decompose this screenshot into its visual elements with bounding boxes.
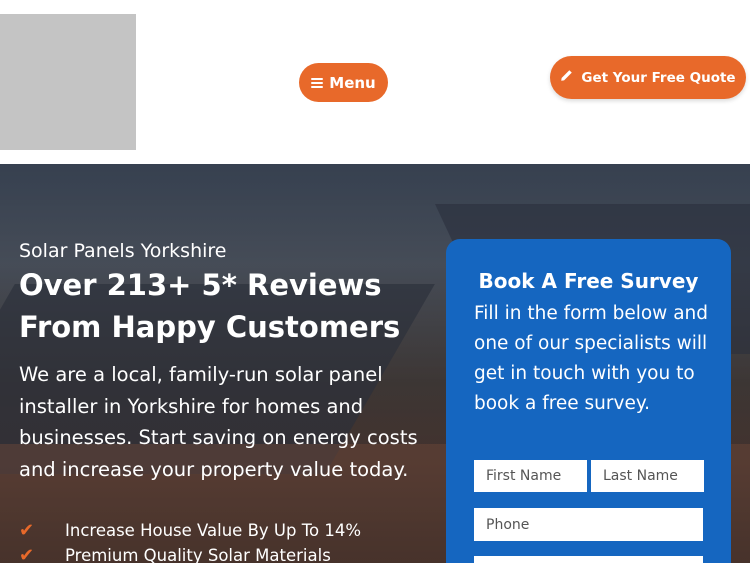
- get-quote-label: Get Your Free Quote: [581, 69, 736, 86]
- first-name-input[interactable]: First Name: [474, 460, 587, 492]
- feature-text: Increase House Value By Up To 14%: [65, 521, 361, 540]
- menu-label: Menu: [329, 73, 376, 92]
- hamburger-icon: [311, 77, 324, 88]
- form-description: Fill in the form below and one of our sp…: [474, 303, 708, 414]
- checkmark-icon: ✔: [19, 545, 35, 563]
- feature-list: ✔ Increase House Value By Up To 14% ✔ Pr…: [19, 518, 361, 563]
- survey-form: Book A Free Survey Fill in the form belo…: [446, 239, 731, 563]
- get-quote-button[interactable]: Get Your Free Quote: [550, 56, 746, 99]
- last-name-input[interactable]: Last Name: [591, 460, 704, 492]
- checkmark-icon: ✔: [19, 520, 35, 541]
- phone-input[interactable]: Phone: [474, 508, 703, 541]
- hero-eyebrow: Solar Panels Yorkshire: [19, 240, 227, 262]
- feature-item: ✔ Premium Quality Solar Materials: [19, 543, 361, 563]
- hero-description: We are a local, family-run solar panel i…: [19, 363, 418, 481]
- hero-section: Solar Panels Yorkshire Over 213+ 5* Revi…: [0, 164, 750, 563]
- menu-button[interactable]: Menu: [299, 63, 388, 102]
- hero-title: Over 213+ 5* Reviews From Happy Customer…: [19, 268, 401, 344]
- site-header: Menu Get Your Free Quote: [0, 0, 750, 164]
- pencil-icon: [560, 69, 573, 86]
- feature-item: ✔ Increase House Value By Up To 14%: [19, 518, 361, 543]
- logo-placeholder[interactable]: [0, 14, 136, 150]
- form-title: Book A Free Survey: [478, 269, 699, 293]
- email-input[interactable]: [474, 556, 703, 563]
- feature-text: Premium Quality Solar Materials: [65, 546, 331, 563]
